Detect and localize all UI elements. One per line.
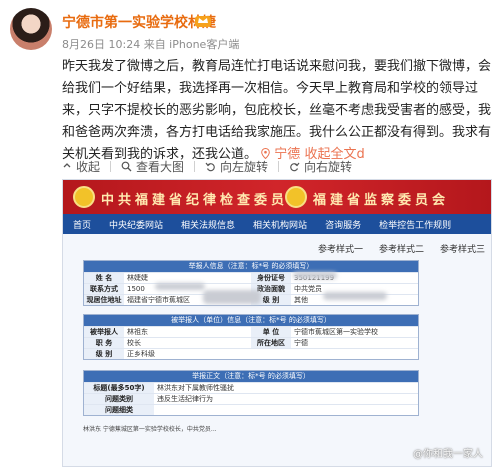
style-link: 参考样式三: [439, 245, 485, 255]
form-row: 问题细类: [84, 404, 418, 415]
weibo-watermark: @你和我一家人: [413, 449, 483, 460]
post-meta: 8月26日 10:24 来自 iPhone客户端: [62, 38, 240, 51]
divider: [110, 160, 112, 172]
field-label: 问题细类: [84, 405, 154, 415]
view-large-action[interactable]: 查看大图: [121, 158, 184, 175]
magnifier-icon: [121, 161, 132, 171]
rotate-right-label: 向右旋转: [304, 159, 353, 174]
rotate-left-icon: [205, 162, 215, 171]
report-narrative: 林洪东 宁德蕉城区第一实验学校校长，中共党员...: [83, 426, 217, 433]
form-row: 姓 名 林婕婕 身份证号 350121199: [84, 272, 418, 283]
field-value: 违反生活纪律行为: [157, 395, 213, 403]
reported-person-section: 被举报人（单位）信息（注意：标*号 的必须填写） 被举报人 林祖东 单 位 宁德…: [83, 314, 419, 360]
form-row: 被举报人 林祖东 单 位 宁德市蕉城区第一实验学校: [84, 326, 418, 337]
field-label: 联系方式: [84, 284, 124, 294]
party-emblem-icon: [73, 186, 95, 208]
avatar[interactable]: [10, 8, 52, 50]
nav-item: 咨询服务: [325, 220, 362, 231]
rotate-left-label: 向左旋转: [220, 159, 269, 174]
rotate-right-action[interactable]: 向右旋转: [289, 158, 352, 175]
field-value: 正乡科级: [127, 350, 155, 358]
image-action-bar: 收起 查看大图 向左旋转 向右旋转: [62, 157, 352, 175]
rotate-left-action[interactable]: 向左旋转: [205, 158, 268, 175]
redaction-blur: [293, 272, 337, 279]
field-value: 宁德市蕉城区第一实验学校: [294, 328, 378, 336]
vip-crown-icon: [195, 16, 211, 27]
field-value: 校长: [127, 339, 141, 347]
section-title: 举报正文（注意：标*号 的必须填写）: [84, 371, 418, 382]
style-links: 参考样式一 参考样式二 参考样式三: [318, 242, 485, 255]
nav-item: 首页: [73, 220, 92, 231]
section-title: 被举报人（单位）信息（注意：标*号 的必须填写）: [84, 315, 418, 326]
section-title: 举报人信息（注意：标*号 的必须填写）: [84, 261, 418, 272]
redaction-blur: [155, 283, 205, 290]
field-value: 宁德: [294, 339, 308, 347]
field-label: 现居住地址: [84, 295, 124, 305]
report-content-section: 举报正文（注意：标*号 的必须填写） 标题(最多50字) 林洪东对下属教师性骚扰…: [83, 370, 419, 416]
redaction-blur: [323, 292, 387, 300]
field-label: 身份证号: [251, 273, 291, 283]
nav-item: 相关法规信息: [181, 220, 236, 231]
nav-item: 相关机构网站: [253, 220, 308, 231]
collapse-icon: [63, 163, 71, 168]
collapse-suffix: d: [356, 147, 365, 162]
weibo-post: 宁德市第一实验学校林婕 8月26日 10:24 来自 iPhone客户端 昨天我…: [0, 0, 500, 467]
field-label: 问题类别: [84, 394, 154, 404]
view-large-label: 查看大图: [136, 159, 185, 174]
user-name[interactable]: 宁德市第一实验学校林婕: [62, 12, 216, 32]
style-link: 参考样式二: [378, 245, 424, 255]
field-label: 职 务: [84, 338, 124, 348]
form-row: 级 别 正乡科级: [84, 348, 418, 359]
field-value: 林婕婕: [127, 274, 148, 282]
nav-item: 中央纪委网站: [109, 220, 164, 231]
collapse-action[interactable]: 收起: [62, 158, 100, 175]
form-row: 职 务 校长 所在地区 宁德: [84, 337, 418, 348]
field-label: 级 别: [84, 349, 124, 359]
national-emblem-icon: [285, 186, 307, 208]
field-label: 所在地区: [251, 338, 291, 348]
field-label: 姓 名: [84, 273, 124, 283]
redaction-blur: [203, 290, 261, 304]
divider: [194, 160, 196, 172]
field-value: 林洪东对下属教师性骚扰: [157, 384, 234, 392]
collapse-label: 收起: [76, 159, 101, 174]
divider: [278, 160, 280, 172]
field-value: 林祖东: [127, 328, 148, 336]
rotate-right-icon: [290, 162, 300, 171]
field-value: [154, 405, 418, 415]
nav-item: 检举控告工作规则: [379, 220, 452, 231]
style-link: 参考样式一: [317, 245, 363, 255]
field-label: 单 位: [251, 327, 291, 337]
site-nav: 首页 中央纪委网站 相关法规信息 相关机构网站 咨询服务 检举控告工作规则: [63, 214, 491, 234]
banner-title-left: 中共福建省纪律检查委员会: [101, 193, 306, 208]
post-text: 昨天我发了微博之后，教育局连忙打电话说来慰问我，要我们撤下微博，会给我们一个好结…: [62, 56, 492, 166]
form-row: 标题(最多50字) 林洪东对下属教师性骚扰: [84, 382, 418, 393]
field-label: 被举报人: [84, 327, 124, 337]
field-label: 标题(最多50字): [84, 383, 154, 393]
attached-screenshot[interactable]: 中共福建省纪律检查委员会 福建省监察委员会 首页 中央纪委网站 相关法规信息 相…: [62, 179, 492, 467]
discipline-commission-banner: 中共福建省纪律检查委员会 福建省监察委员会: [63, 180, 491, 214]
banner-title-right: 福建省监察委员会: [313, 193, 450, 208]
form-row: 问题类别 违反生活纪律行为: [84, 393, 418, 404]
